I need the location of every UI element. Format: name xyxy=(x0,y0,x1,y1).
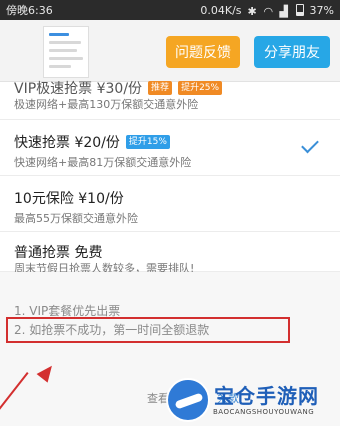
option-title: 快速抢票 ¥20/份 提升15% xyxy=(14,132,170,152)
network-speed: 0.04K/s xyxy=(200,3,242,17)
watermark-subtitle: BAOCANGSHOUYOUWANG xyxy=(213,408,315,416)
status-right: 0.04K/s ✱ ◠ ▟ 37% xyxy=(200,3,334,19)
thumb-line xyxy=(49,49,77,52)
option-title-text: VIP极速抢票 ¥30/份 xyxy=(14,81,143,97)
share-button[interactable]: 分享朋友 xyxy=(254,36,330,68)
thumb-line xyxy=(49,41,81,44)
feedback-button[interactable]: 问题反馈 xyxy=(166,36,240,68)
thumb-line xyxy=(49,57,83,60)
checkmark-icon xyxy=(301,135,319,154)
option-normal[interactable]: 普通抢票 免费 周末节假日抢票人数较多，需要排队! xyxy=(0,232,340,275)
share-overlay: 问题反馈 分享朋友 xyxy=(0,20,340,82)
watermark-logo-icon xyxy=(166,378,210,422)
option-title-text: 快速抢票 ¥20/份 xyxy=(14,135,120,151)
option-badge: 提升25% xyxy=(178,81,223,95)
option-title: 普通抢票 免费 xyxy=(14,242,102,262)
option-title: VIP极速抢票 ¥30/份 推荐 提升25% xyxy=(14,78,223,98)
option-insurance[interactable]: 10元保险 ¥10/份 最高55万保额交通意外险 xyxy=(0,176,340,232)
annotation-highlight-box xyxy=(6,317,290,343)
battery-icon xyxy=(295,4,304,16)
thumb-line xyxy=(49,65,71,68)
watermark-title: 宝仓手游网 xyxy=(214,384,319,408)
status-time: 傍晚6:36 xyxy=(6,4,53,17)
page-thumbnail[interactable] xyxy=(43,26,89,78)
option-badge: 提升15% xyxy=(125,135,170,149)
option-title-text: 普通抢票 免费 xyxy=(14,245,103,261)
option-desc: 最高55万保额交通意外险 xyxy=(14,212,138,225)
option-desc: 快速网络+最高81万保额交通意外险 xyxy=(14,156,192,169)
option-desc: 极速网络+最高130万保额交通意外险 xyxy=(14,98,199,111)
signal-icon: ▟ xyxy=(279,5,289,18)
battery-level: 37% xyxy=(309,3,334,17)
wifi-icon: ◠ xyxy=(263,5,274,18)
option-title: 10元保险 ¥10/份 xyxy=(14,188,124,208)
option-fast[interactable]: 快速抢票 ¥20/份 提升15% 快速网络+最高81万保额交通意外险 xyxy=(0,120,340,176)
status-bar: 傍晚6:36 0.04K/s ✱ ◠ ▟ 37% xyxy=(0,0,340,20)
option-badge: 推荐 xyxy=(148,81,173,95)
option-vip[interactable]: VIP极速抢票 ¥30/份 推荐 提升25% 极速网络+最高130万保额交通意外… xyxy=(0,81,340,120)
thumb-line xyxy=(49,33,69,36)
bluetooth-icon: ✱ xyxy=(247,5,257,18)
option-title-text: 10元保险 ¥10/份 xyxy=(14,191,124,207)
